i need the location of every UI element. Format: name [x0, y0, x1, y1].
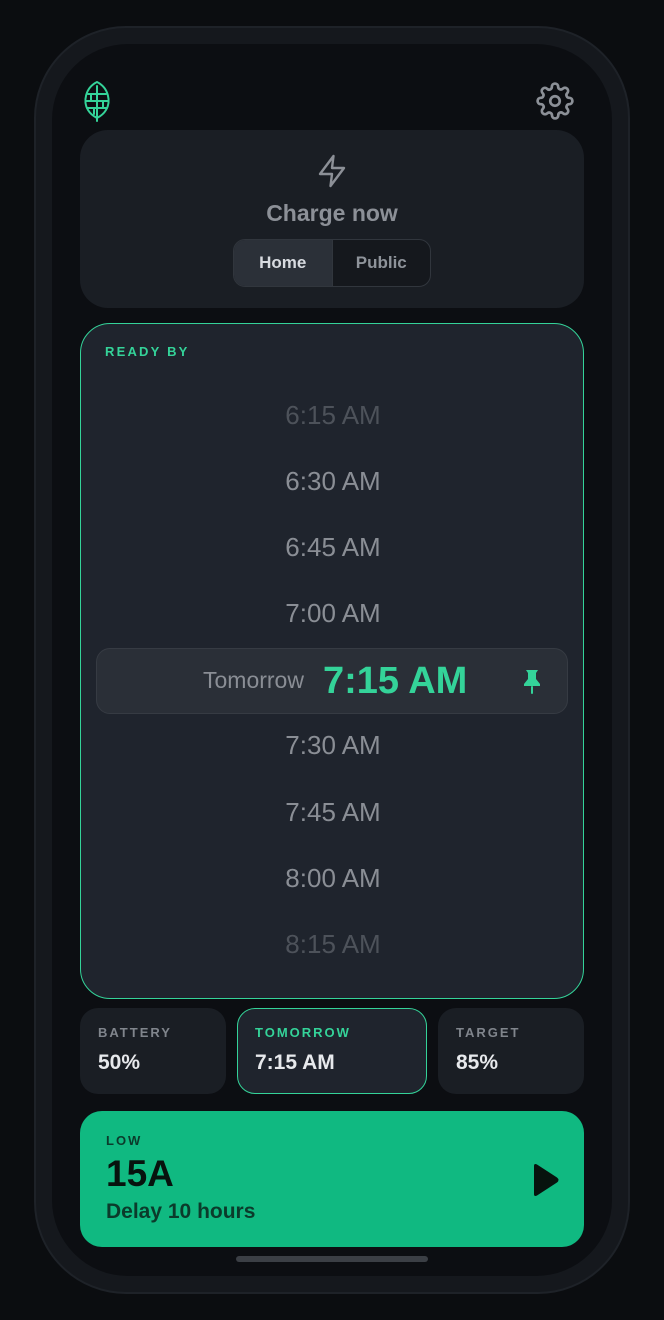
time-option[interactable]: 6:15 AM [81, 400, 585, 431]
time-option[interactable]: 6:45 AM [81, 532, 585, 563]
time-option[interactable]: 8:00 AM [81, 863, 585, 894]
selected-time: 7:15 AM [323, 660, 468, 702]
ready-by-label: READY BY [105, 344, 190, 359]
app-screen: Charge now Home Public READY BY 6:15 AM … [52, 44, 612, 1276]
charge-level-label: LOW [106, 1133, 143, 1148]
charge-now-title: Charge now [266, 200, 398, 226]
selected-time-row[interactable]: Tomorrow 7:15 AM [96, 648, 568, 714]
ready-by-picker[interactable]: READY BY 6:15 AM 6:30 AM 6:45 AM 7:00 AM… [80, 323, 584, 999]
public-option-button[interactable]: Public [331, 240, 431, 286]
start-charge-button[interactable]: LOW 15A Delay 10 hours [80, 1111, 584, 1247]
ready-time-label: TOMORROW [255, 1025, 351, 1040]
battery-value: 50% [98, 1051, 141, 1074]
battery-label: BATTERY [98, 1025, 172, 1040]
pin-icon[interactable] [521, 669, 543, 695]
ready-time-stat-card[interactable]: TOMORROW 7:15 AM [237, 1008, 427, 1094]
delay-subtitle: Delay 10 hours [106, 1200, 256, 1223]
lightning-bolt-icon [314, 152, 350, 190]
time-option[interactable]: 6:30 AM [81, 466, 585, 497]
time-option[interactable]: 7:45 AM [81, 797, 585, 828]
target-label: TARGET [456, 1025, 521, 1040]
time-option[interactable]: 7:00 AM [81, 598, 585, 629]
play-icon[interactable] [530, 1163, 560, 1197]
ready-time-value: 7:15 AM [255, 1051, 335, 1074]
selected-day: Tomorrow [203, 667, 304, 693]
charge-now-card: Charge now Home Public [80, 130, 584, 308]
time-option[interactable]: 7:30 AM [81, 730, 585, 761]
settings-button[interactable] [536, 82, 574, 120]
amperage-value: 15A [106, 1153, 174, 1194]
target-value: 85% [456, 1051, 499, 1074]
leaf-icon [82, 80, 112, 122]
target-stat-card: TARGET 85% [438, 1008, 584, 1094]
gear-icon [536, 82, 574, 120]
home-indicator[interactable] [236, 1256, 428, 1262]
home-option-button[interactable]: Home [234, 240, 332, 286]
location-segmented-control: Home Public [233, 239, 431, 287]
battery-stat-card: BATTERY 50% [80, 1008, 226, 1094]
time-option[interactable]: 8:15 AM [81, 929, 585, 960]
